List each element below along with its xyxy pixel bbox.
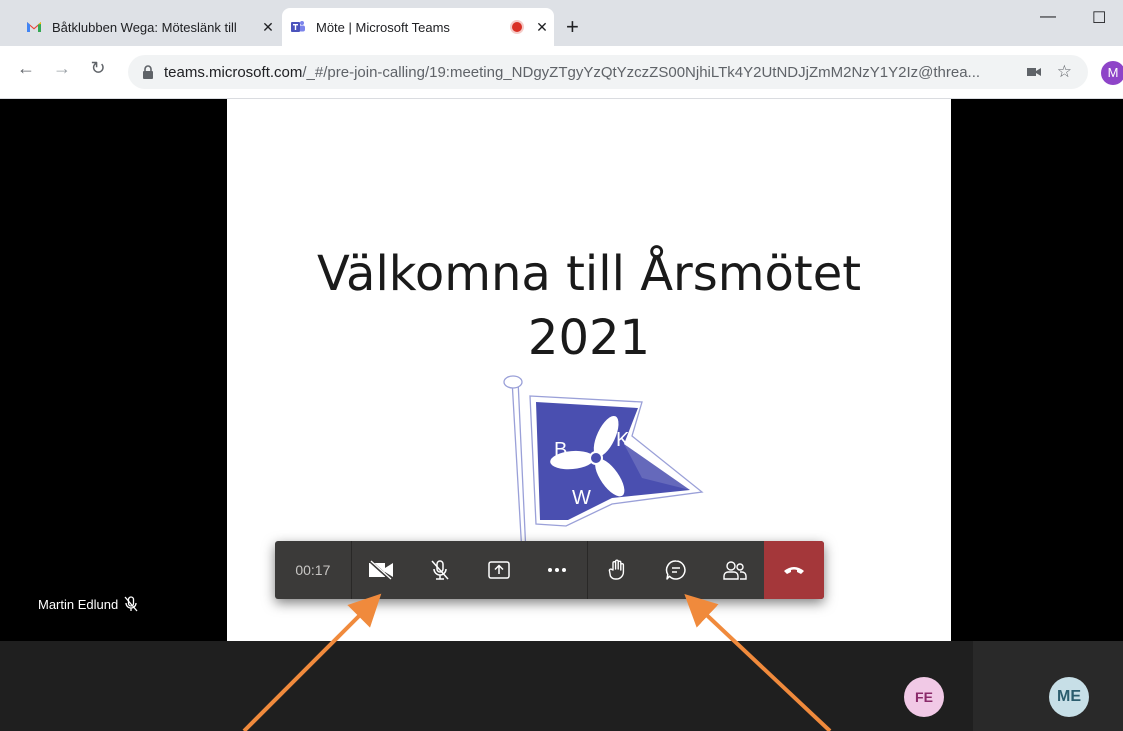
gmail-icon [27,22,41,32]
logo-letter-w: W [572,487,591,509]
participant-label: Martin Edlund [38,596,138,612]
participants-icon [723,561,747,580]
call-timer: 00:17 [275,541,352,599]
tab-gmail[interactable]: Båtklubben Wega: Möteslänk till ✕ [18,8,280,46]
recording-icon [512,22,522,32]
participants-button[interactable] [705,541,764,599]
raise-hand-button[interactable] [588,541,647,599]
lock-icon [143,65,153,79]
camera-toggle-button[interactable] [352,541,411,599]
new-tab-button[interactable]: + [566,16,579,38]
slide-title-line2: 2021 [527,310,651,366]
logo-letter-k: K [616,429,630,451]
forward-icon[interactable]: → [50,58,74,79]
url-path: /_#/pre-join-calling/19:meeting_NDgyZTgy… [302,63,981,81]
close-icon[interactable]: ✕ [256,19,280,36]
maximize-button[interactable]: ☐ [1092,8,1106,28]
share-screen-button[interactable] [469,541,528,599]
chat-icon [665,560,686,580]
hang-up-icon [784,567,805,574]
tab-title: Båtklubben Wega: Möteslänk till [52,19,237,35]
address-bar[interactable]: teams.microsoft.com/_#/pre-join-calling/… [128,55,1088,89]
tab-title: Möte | Microsoft Teams [316,19,450,35]
reload-icon[interactable]: ↻ [86,58,110,79]
camera-indicator-icon[interactable] [1026,67,1041,77]
share-screen-icon [487,561,510,579]
more-actions-button[interactable] [528,541,588,599]
url-text: teams.microsoft.com/_#/pre-join-calling/… [164,64,1017,81]
logo-letter-b: B [554,439,567,461]
bookmark-star-icon[interactable]: ☆ [1057,62,1072,82]
more-icon [548,568,567,572]
mic-toggle-button[interactable] [411,541,470,599]
avatar[interactable]: FE [904,677,944,717]
participant-strip [0,641,1123,731]
slide-title: Välkomna till Årsmötet 2021 [227,242,951,370]
browser-tab-bar: Båtklubben Wega: Möteslänk till ✕ Möte |… [0,0,1123,46]
teams-icon [291,21,305,32]
call-controls-bar: 00:17 [275,541,824,599]
raise-hand-icon [608,559,625,580]
browser-toolbar: ← → ↻ teams.microsoft.com/_#/pre-join-ca… [0,46,1123,99]
meeting-stage: Välkomna till Årsmötet 2021 B K W Martin… [0,99,1123,731]
participant-name: Martin Edlund [38,596,119,612]
close-icon[interactable]: ✕ [530,19,554,36]
minimize-button[interactable]: — [1040,8,1056,26]
chat-button[interactable] [647,541,706,599]
url-host: teams.microsoft.com [164,63,303,81]
tab-teams[interactable]: Möte | Microsoft Teams ✕ [282,8,554,46]
mic-off-icon [124,596,138,612]
profile-avatar[interactable]: M [1101,61,1123,85]
avatar[interactable]: ME [1049,677,1089,717]
back-icon[interactable]: ← [14,58,38,79]
slide-title-line1: Välkomna till Årsmötet [316,246,862,302]
mic-off-icon [431,560,449,580]
hang-up-button[interactable] [764,541,824,599]
camera-off-icon [369,560,394,580]
self-view-panel [973,641,1123,731]
